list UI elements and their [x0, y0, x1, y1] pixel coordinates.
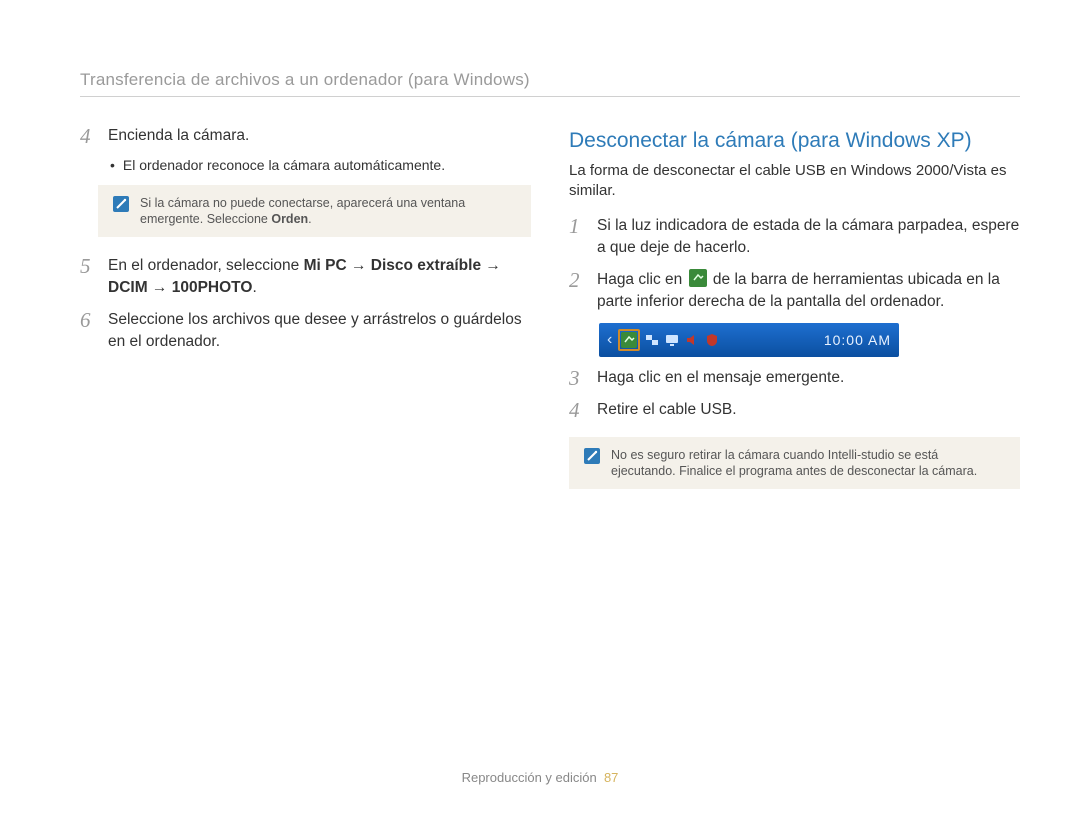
step-number: 4 [569, 399, 587, 421]
step-4: 4 Encienda la cámara. [80, 125, 531, 147]
step-number: 2 [569, 269, 587, 313]
network-tray-icon [644, 332, 660, 348]
header-rule [80, 96, 1020, 97]
step-number: 5 [80, 255, 98, 299]
note-box-2: No es seguro retirar la cámara cuando In… [569, 437, 1020, 489]
step-number: 6 [80, 309, 98, 353]
note-icon [112, 195, 130, 213]
safe-remove-icon [689, 269, 707, 287]
step-5: 5 En el ordenador, seleccione Mi PC → Di… [80, 255, 531, 299]
right-step-3: 3 Haga clic en el mensaje emergente. [569, 367, 1020, 389]
page-footer: Reproducción y edición 87 [0, 770, 1080, 785]
note-text: No es seguro retirar la cámara cuando In… [611, 447, 1006, 479]
note-box-1: Si la cámara no puede conectarse, aparec… [98, 185, 531, 237]
display-tray-icon [664, 332, 680, 348]
step-number: 1 [569, 215, 587, 259]
system-tray-image: ‹ 10:00 AM [599, 323, 899, 357]
step-text: Retire el cable USB. [597, 399, 1020, 421]
tray-chevron-icon: ‹ [607, 331, 612, 349]
shield-tray-icon [704, 332, 720, 348]
safe-remove-tray-icon [621, 332, 637, 348]
manual-page: Transferencia de archivos a un ordenador… [0, 0, 1080, 815]
note-icon [583, 447, 601, 465]
section-heading: Desconectar la cámara (para Windows XP) [569, 129, 1020, 153]
content-columns: 4 Encienda la cámara. El ordenador recon… [80, 125, 1020, 507]
footer-text: Reproducción y edición [462, 770, 597, 785]
page-header: Transferencia de archivos a un ordenador… [80, 70, 1020, 90]
step-text: Haga clic en el mensaje emergente. [597, 367, 1020, 389]
volume-tray-icon [684, 332, 700, 348]
step-4-sub: El ordenador reconoce la cámara automáti… [110, 157, 531, 173]
step-text: En el ordenador, seleccione Mi PC → Disc… [108, 255, 531, 299]
right-step-2: 2 Haga clic en de la barra de herramient… [569, 269, 1020, 313]
step-number: 3 [569, 367, 587, 389]
right-step-4: 4 Retire el cable USB. [569, 399, 1020, 421]
right-step-1: 1 Si la luz indicadora de estada de la c… [569, 215, 1020, 259]
step-text: Encienda la cámara. [108, 125, 531, 147]
note-text: Si la cámara no puede conectarse, aparec… [140, 195, 517, 227]
tray-clock: 10:00 AM [824, 332, 891, 348]
step-text: Seleccione los archivos que desee y arrá… [108, 309, 531, 353]
section-lead: La forma de desconectar el cable USB en … [569, 161, 1020, 201]
left-column: 4 Encienda la cámara. El ordenador recon… [80, 125, 531, 507]
tray-selected-icon [618, 329, 640, 351]
step-6: 6 Seleccione los archivos que desee y ar… [80, 309, 531, 353]
right-column: Desconectar la cámara (para Windows XP) … [569, 125, 1020, 507]
step-text: Si la luz indicadora de estada de la cám… [597, 215, 1020, 259]
step-number: 4 [80, 125, 98, 147]
page-number: 87 [604, 770, 618, 785]
step-text: Haga clic en de la barra de herramientas… [597, 269, 1020, 313]
